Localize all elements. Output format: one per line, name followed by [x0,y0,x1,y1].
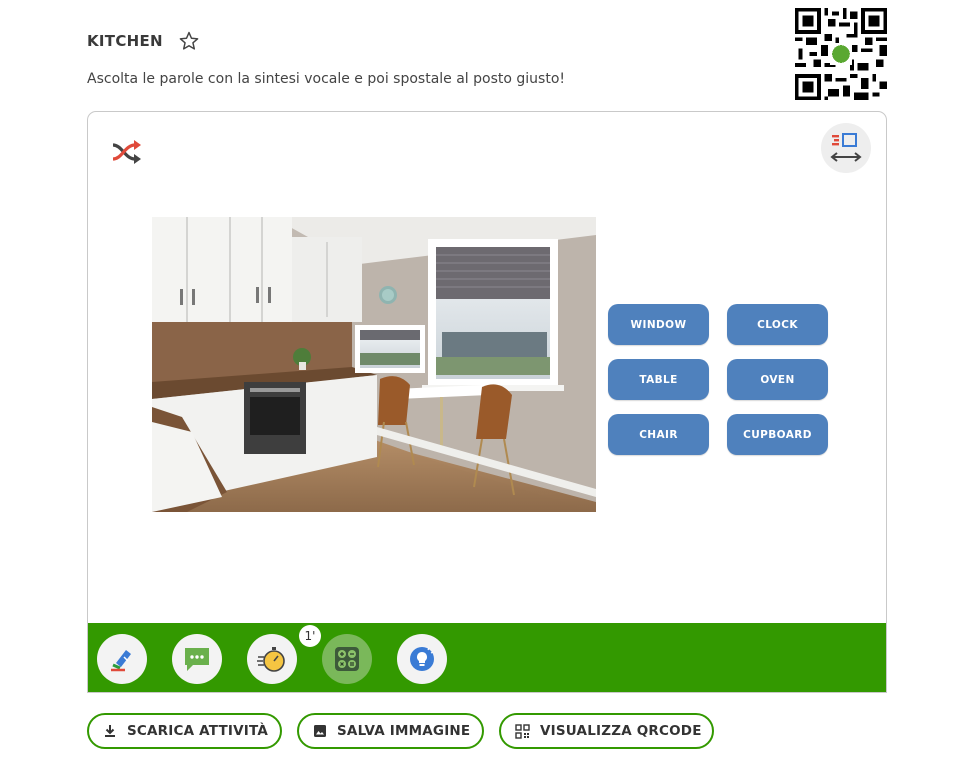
word-chip-clock[interactable]: CLOCK [727,304,828,345]
highlighter-icon [111,650,131,672]
highlighter-tool-button[interactable] [97,634,147,684]
word-chip-oven[interactable]: OVEN [727,359,828,400]
calculator-icon [335,647,359,671]
hint-tool-button[interactable] [397,634,447,684]
lightbulb-icon [410,647,434,671]
title-row: KITCHEN [87,30,200,52]
page-title: KITCHEN [87,32,163,50]
download-icon [105,725,115,737]
timer-tool-button[interactable] [247,634,297,684]
calculator-tool-button[interactable] [322,634,372,684]
qr-code-image [795,8,887,100]
word-chip-chair[interactable]: CHAIR [608,414,709,455]
save-image-button[interactable]: SALVA IMMAGINE [297,713,484,749]
word-chip-cupboard[interactable]: CUPBOARD [727,414,828,455]
qrcode-icon [515,723,530,739]
stopwatch-icon [257,647,285,672]
view-qrcode-label: VISUALIZZA QRCODE [540,723,702,739]
shuffle-icon[interactable] [110,138,144,166]
activity-card: WINDOW CLOCK TABLE OVEN CHAIR CUPBOARD 1… [87,111,887,693]
view-qrcode-button[interactable]: VISUALIZZA QRCODE [499,713,714,749]
chat-tool-button[interactable] [172,634,222,684]
star-icon[interactable] [178,30,200,52]
image-icon [314,725,326,737]
word-chip-table[interactable]: TABLE [608,359,709,400]
download-activity-label: SCARICA ATTIVITÀ [127,723,268,739]
save-image-label: SALVA IMMAGINE [337,723,471,739]
download-activity-button[interactable]: SCARICA ATTIVITÀ [87,713,282,749]
tools-toolbar: 1' [88,623,886,692]
word-chip-window[interactable]: WINDOW [608,304,709,345]
layout-switch-button[interactable] [821,123,871,173]
activity-instructions: Ascolta le parole con la sintesi vocale … [87,71,566,87]
chat-bubble-icon [185,648,209,671]
kitchen-photo [152,217,596,512]
timer-badge: 1' [299,625,321,647]
